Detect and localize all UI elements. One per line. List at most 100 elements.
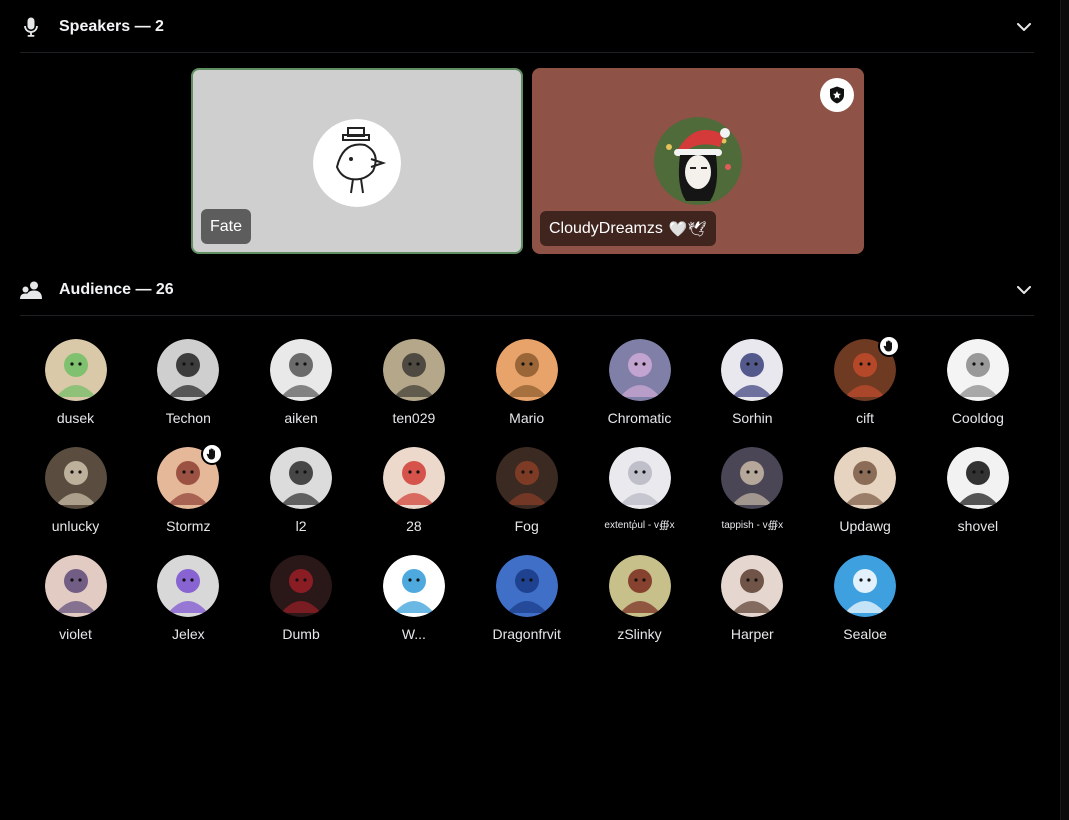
audience-member-name: Techon bbox=[165, 410, 211, 426]
audience-member-name: violet bbox=[59, 626, 92, 642]
avatar-wrapper bbox=[834, 447, 897, 509]
audience-member-name: cift bbox=[856, 410, 875, 426]
avatar bbox=[654, 117, 742, 205]
speakers-title: Speakers — 2 bbox=[59, 17, 164, 35]
audience-member-name: ten029 bbox=[392, 410, 436, 426]
avatar-wrapper bbox=[495, 555, 558, 617]
avatar bbox=[721, 555, 784, 617]
avatar bbox=[270, 555, 333, 617]
audience-member-name: unlucky bbox=[51, 518, 100, 534]
avatar bbox=[721, 339, 784, 401]
avatar-wrapper bbox=[157, 443, 224, 509]
avatar bbox=[608, 339, 671, 401]
audience-member-name: Sealoe bbox=[843, 626, 887, 642]
speaker-tile-cloudydreamzs[interactable]: CloudyDreamzs 🤍🕊 bbox=[532, 68, 864, 254]
audience-member[interactable]: Harper bbox=[696, 554, 809, 654]
audience-member[interactable]: Dumb bbox=[245, 554, 358, 654]
audience-member[interactable]: Mario bbox=[470, 338, 583, 438]
audience-member-name: Fog bbox=[514, 518, 539, 534]
audience-member-name: tappish - v∰x bbox=[721, 520, 784, 531]
audience-member[interactable]: Techon bbox=[132, 338, 245, 438]
audience-member[interactable]: Dragonfrvit bbox=[470, 554, 583, 654]
avatar bbox=[382, 555, 445, 617]
audience-member[interactable]: extentῥul - v∰x bbox=[583, 446, 696, 546]
audience-member[interactable]: l2 bbox=[245, 446, 358, 546]
audience-member-name: dusek bbox=[56, 410, 95, 426]
audience-member-name: shovel bbox=[957, 518, 999, 534]
avatar bbox=[608, 447, 671, 509]
avatar-wrapper bbox=[495, 339, 558, 401]
audience-member[interactable]: unlucky bbox=[19, 446, 132, 546]
audience-member-name: Dumb bbox=[282, 626, 320, 642]
avatar-wrapper bbox=[157, 339, 220, 401]
audience-member[interactable]: Jelex bbox=[132, 554, 245, 654]
audience-member[interactable]: aiken bbox=[245, 338, 358, 438]
avatar bbox=[44, 555, 107, 617]
scrollbar-track[interactable] bbox=[1060, 0, 1069, 820]
avatar-wrapper bbox=[44, 447, 107, 509]
people-icon bbox=[20, 279, 42, 301]
avatar bbox=[495, 555, 558, 617]
avatar bbox=[946, 339, 1009, 401]
avatar-wrapper bbox=[382, 339, 445, 401]
avatar-wrapper bbox=[608, 447, 671, 509]
audience-member-name: W... bbox=[401, 626, 426, 642]
avatar bbox=[495, 447, 558, 509]
speaker-name-chip: Fate bbox=[201, 209, 252, 244]
audience-section-header[interactable]: Audience — 26 bbox=[20, 264, 1034, 316]
audience-member[interactable]: Stormz bbox=[132, 443, 245, 546]
audience-member-name: Dragonfrvit bbox=[492, 626, 561, 642]
audience-member[interactable]: tappish - v∰x bbox=[696, 446, 809, 546]
moderator-shield-icon bbox=[830, 86, 844, 104]
microphone-icon bbox=[20, 16, 42, 38]
avatar bbox=[313, 119, 401, 207]
audience-member[interactable]: dusek bbox=[19, 338, 132, 438]
audience-member[interactable]: Cooldog bbox=[921, 338, 1034, 438]
avatar bbox=[382, 447, 445, 509]
audience-member[interactable]: Updawg bbox=[809, 446, 922, 546]
avatar bbox=[44, 447, 107, 509]
avatar-wrapper bbox=[721, 339, 784, 401]
avatar-wrapper bbox=[721, 555, 784, 617]
avatar bbox=[834, 447, 897, 509]
audience-member-name: Updawg bbox=[839, 518, 891, 534]
audience-member[interactable]: Sorhin bbox=[696, 338, 809, 438]
avatar-wrapper bbox=[270, 555, 333, 617]
audience-member-name: Jelex bbox=[171, 626, 205, 642]
audience-member-name: Harper bbox=[730, 626, 774, 642]
avatar-wrapper bbox=[44, 339, 107, 401]
audience-member-name: Mario bbox=[509, 410, 545, 426]
audience-member-name: Stormz bbox=[166, 518, 211, 534]
audience-member[interactable]: W... bbox=[357, 554, 470, 654]
avatar-wrapper bbox=[382, 447, 445, 509]
audience-member[interactable]: Fog bbox=[470, 446, 583, 546]
speakers-section-header[interactable]: Speakers — 2 bbox=[20, 1, 1034, 53]
moderator-badge bbox=[820, 78, 854, 112]
avatar-wrapper bbox=[946, 339, 1009, 401]
audience-member-name: Sorhin bbox=[732, 410, 773, 426]
chevron-down-icon[interactable] bbox=[1014, 17, 1034, 37]
avatar bbox=[834, 555, 897, 617]
audience-member[interactable]: violet bbox=[19, 554, 132, 654]
audience-member-name: l2 bbox=[295, 518, 307, 534]
avatar bbox=[382, 339, 445, 401]
avatar bbox=[44, 339, 107, 401]
audience-member[interactable]: ten029 bbox=[357, 338, 470, 438]
chevron-down-icon[interactable] bbox=[1014, 280, 1034, 300]
avatar-wrapper bbox=[270, 339, 333, 401]
avatar bbox=[157, 339, 220, 401]
audience-member[interactable]: Sealoe bbox=[809, 554, 922, 654]
speaker-tile-fate[interactable]: Fate bbox=[191, 68, 523, 254]
audience-member-name: Chromatic bbox=[607, 410, 672, 426]
audience-member[interactable]: cift bbox=[809, 335, 922, 438]
avatar bbox=[495, 339, 558, 401]
audience-member[interactable]: Chromatic bbox=[583, 338, 696, 438]
speaker-name: CloudyDreamzs bbox=[549, 219, 663, 237]
audience-title: Audience — 26 bbox=[59, 280, 174, 298]
audience-member[interactable]: shovel bbox=[921, 446, 1034, 546]
avatar bbox=[270, 447, 333, 509]
audience-member[interactable]: 28 bbox=[357, 446, 470, 546]
audience-member[interactable]: zSlinky bbox=[583, 554, 696, 654]
avatar bbox=[946, 447, 1009, 509]
avatar bbox=[721, 447, 784, 509]
